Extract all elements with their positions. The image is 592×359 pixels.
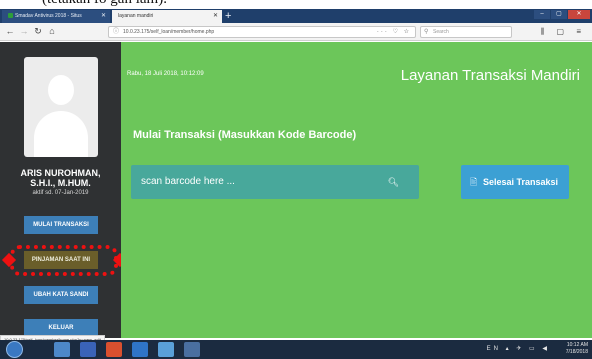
avatar-head-shape: [48, 75, 74, 105]
browser-nav-bar: ← → ↻ ⌂ ⓘ 10.0.23.175/self_loan/member/h…: [0, 23, 592, 41]
smadav-tab-icon: [8, 13, 13, 19]
firefox-taskbar-icon[interactable]: [106, 342, 122, 357]
screenshot: (tetakan fo gan lam). Smadav Antivirus 2…: [0, 0, 592, 359]
browser-tab-bar: Smadav Antivirus 2018 - Situs ✕ layanan …: [0, 9, 592, 23]
avatar: [24, 57, 98, 157]
current-datetime: Rabu, 18 Juli 2018, 10:12:09: [127, 71, 204, 77]
tray-language: EN: [486, 346, 501, 352]
user-name: ARIS NUROHMAN,: [20, 168, 101, 178]
reload-icon[interactable]: ↻: [32, 25, 44, 38]
home-icon[interactable]: ⌂: [46, 25, 58, 38]
tab-label: layanan mandiri: [118, 13, 154, 19]
window-controls: – ▢ ✕: [533, 10, 590, 20]
selesai-transaksi-button[interactable]: 🖹 Selesai Transaksi: [461, 165, 569, 199]
clock-date: 7/18/2018: [565, 349, 588, 355]
web-content: ARIS NUROHMAN, S.H.I., M.HUM. aktif sd. …: [0, 42, 592, 344]
search-icon: ⚲: [424, 29, 429, 35]
caption-fragment: (tetakan fo gan lam).: [0, 0, 592, 9]
section-title: Mulai Transaksi (Masukkan Kode Barcode): [133, 129, 357, 141]
maximize-button[interactable]: ▢: [551, 10, 567, 19]
minimize-button[interactable]: –: [534, 10, 550, 19]
system-tray-icons[interactable]: EN ▴ ✈ ▭ ◀: [487, 345, 550, 352]
browser-search-input[interactable]: ⚲ Search: [420, 26, 512, 38]
sidebar: ARIS NUROHMAN, S.H.I., M.HUM. aktif sd. …: [0, 42, 128, 338]
clock-time: 10:12 AM: [566, 342, 588, 348]
main-panel: Rabu, 18 Juli 2018, 10:12:09 Layanan Tra…: [121, 42, 592, 338]
highlight-annotation: [10, 245, 118, 276]
tab-layanan-mandiri[interactable]: layanan mandiri ✕: [112, 10, 222, 23]
window-taskbar-icon[interactable]: [184, 342, 200, 357]
user-title: S.H.I., M.HUM.: [30, 178, 91, 188]
close-icon[interactable]: ✕: [213, 10, 218, 23]
avatar-body-shape: [34, 111, 88, 157]
window-close-button[interactable]: ✕: [568, 10, 590, 19]
finish-button-label: Selesai Transaksi: [483, 177, 559, 187]
tab-smadav[interactable]: Smadav Antivirus 2018 - Situs ✕: [2, 10, 110, 23]
search-icon[interactable]: 🔍︎: [388, 165, 399, 199]
back-arrow-icon[interactable]: ←: [4, 25, 16, 38]
ubah-kata-sandi-button[interactable]: UBAH KATA SANDI: [24, 286, 98, 304]
mulai-transaksi-button[interactable]: MULAI TRANSAKSI: [24, 216, 98, 234]
caption-text: (tetakan fo gan lam).: [42, 0, 167, 8]
membership-status: aktif sd. 07-Jan-2019: [32, 190, 89, 196]
forward-arrow-icon[interactable]: →: [18, 25, 30, 38]
page-actions-icons[interactable]: ··· ♡ ☆: [377, 27, 411, 38]
start-button[interactable]: [6, 341, 23, 358]
close-icon[interactable]: ✕: [101, 10, 106, 23]
system-clock[interactable]: 10:12 AM 7/18/2018: [566, 342, 588, 356]
address-bar[interactable]: ⓘ 10.0.23.175/self_loan/member/home.php …: [108, 26, 416, 38]
url-text: 10.0.23.175/self_loan/member/home.php: [123, 29, 215, 35]
barcode-input[interactable]: scan barcode here ... 🔍︎: [131, 165, 419, 199]
media-taskbar-icon[interactable]: [80, 342, 96, 357]
tab-label: Smadav Antivirus 2018 - Situs: [15, 13, 82, 19]
ie-taskbar-icon[interactable]: [132, 342, 148, 357]
receipt-icon: 🖹: [470, 177, 478, 187]
library-sidebar-menu-icons[interactable]: ⫼ ▢ ≡: [541, 25, 586, 38]
page-title: Layanan Transaksi Mandiri: [400, 67, 580, 84]
explorer-taskbar-icon[interactable]: [54, 342, 70, 357]
new-tab-button[interactable]: +: [225, 9, 231, 23]
app-taskbar-icon[interactable]: [158, 342, 174, 357]
barcode-placeholder: scan barcode here ...: [141, 176, 235, 187]
search-placeholder: Search: [433, 29, 449, 35]
windows-taskbar: EN ▴ ✈ ▭ ◀ 10:12 AM 7/18/2018: [0, 340, 592, 359]
info-icon[interactable]: ⓘ: [113, 28, 119, 37]
